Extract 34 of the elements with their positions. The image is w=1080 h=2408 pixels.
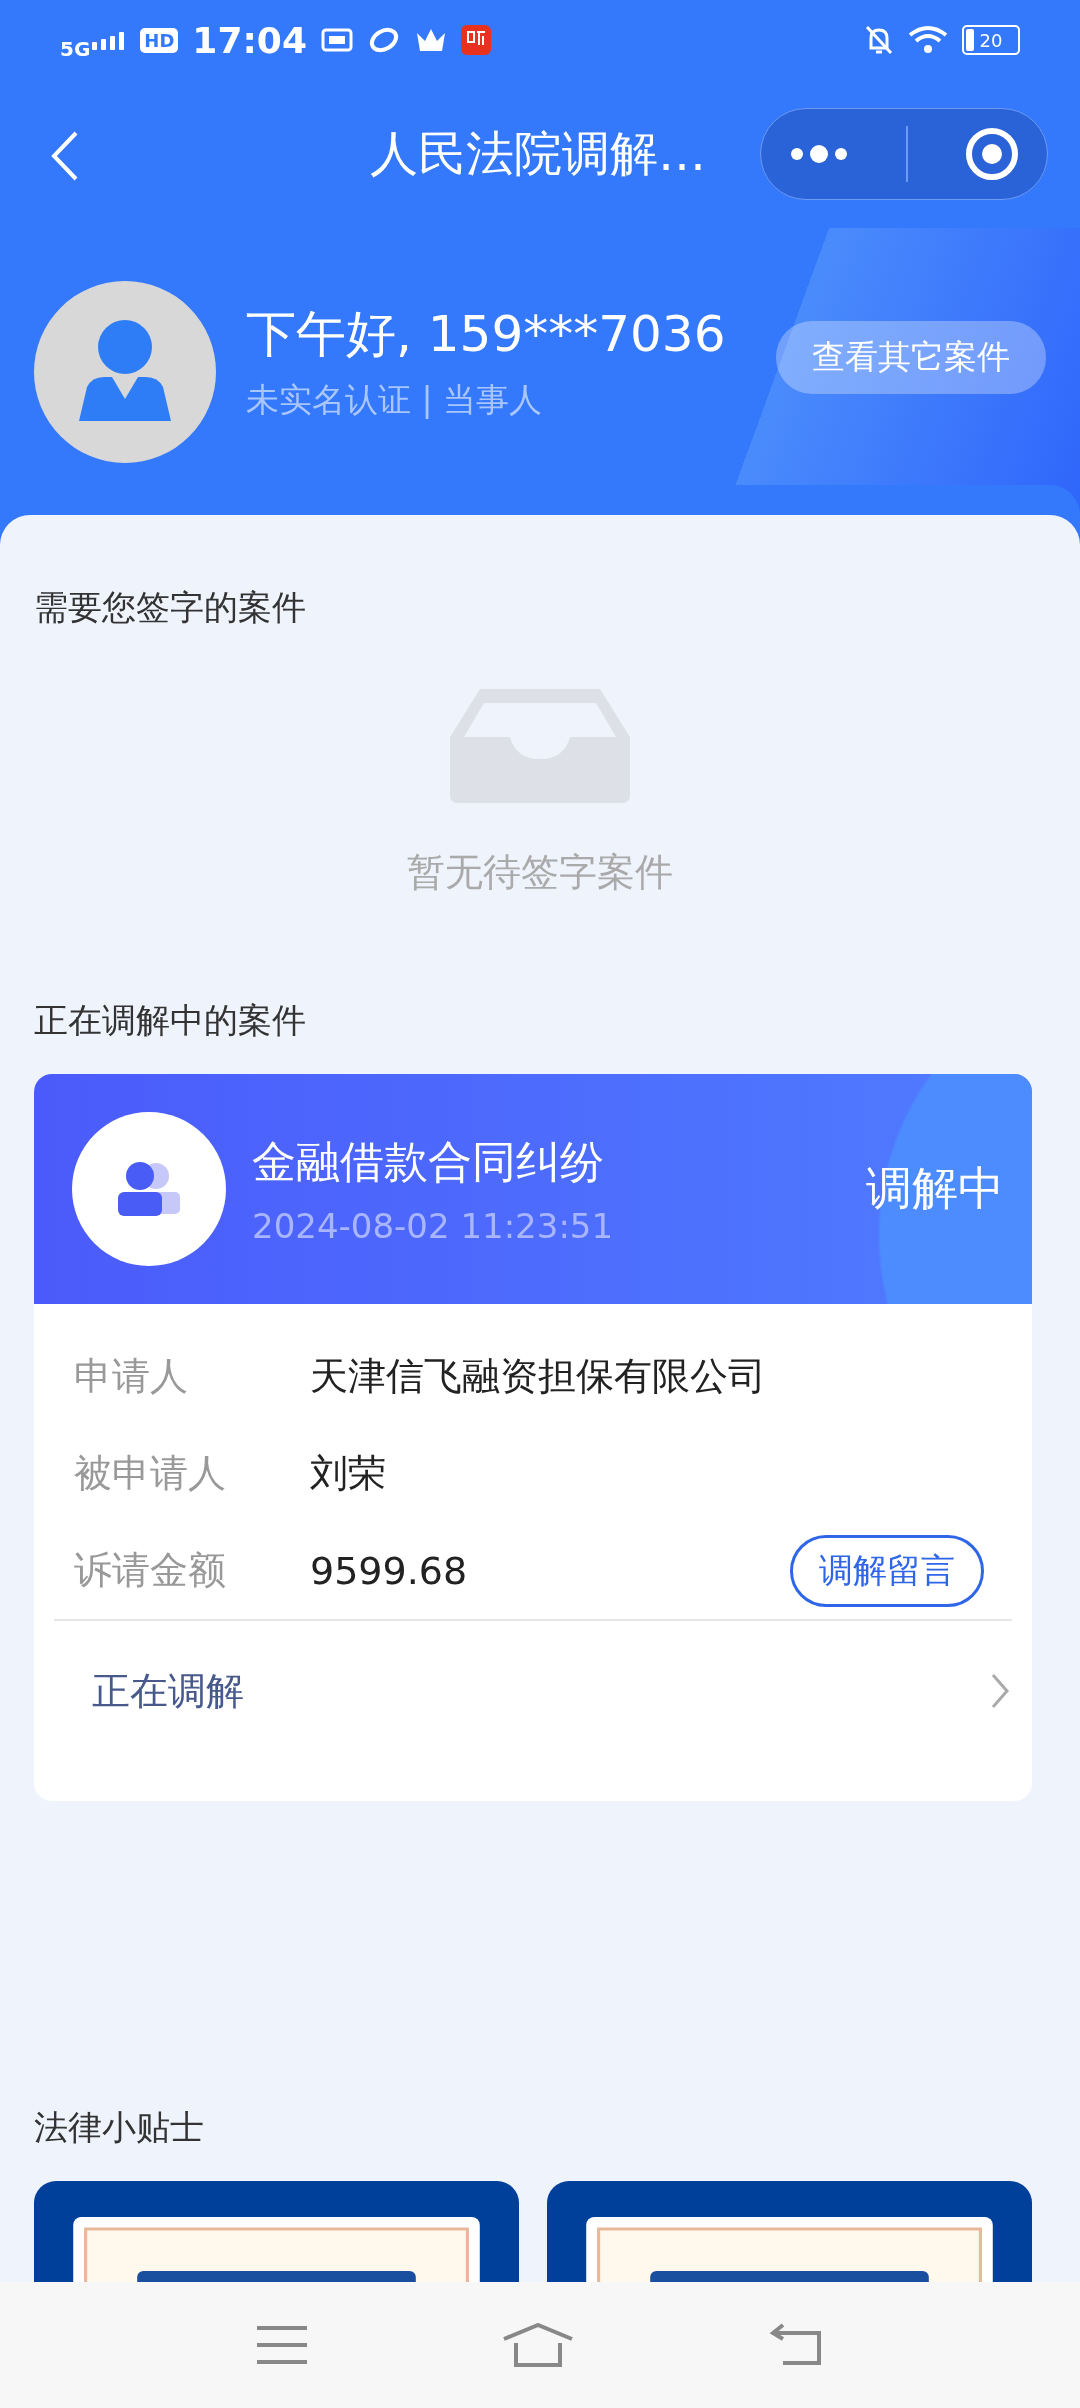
back-icon[interactable]	[50, 130, 80, 182]
greeting: 下午好, 159***7036	[246, 303, 727, 365]
case-time: 2024-08-02 11:23:51	[252, 1205, 615, 1246]
close-icon[interactable]	[964, 127, 1019, 181]
field-value: 天津信飞融资担保有限公司	[310, 1353, 767, 1400]
section-title: 需要您签字的案件	[33, 587, 307, 627]
section-title: 正在调解中的案件	[33, 1000, 307, 1040]
case-status: 调解中	[866, 1160, 1004, 1217]
home-icon[interactable]	[502, 2323, 574, 2367]
people-icon	[72, 1112, 226, 1266]
more-icon[interactable]	[789, 144, 850, 164]
section-title: 法律小贴士	[33, 2107, 205, 2147]
empty-message: 暂无待签字案件	[407, 849, 673, 896]
battery-icon: 20	[962, 25, 1020, 55]
avatar-icon	[34, 280, 216, 463]
chevron-right-icon	[990, 1672, 1010, 1710]
user-status: 未实名认证 | 当事人	[246, 378, 544, 421]
bell-muted-icon	[864, 24, 894, 56]
crown-icon	[414, 27, 447, 53]
field-value: 刘荣	[310, 1450, 387, 1497]
signal-icon	[92, 30, 127, 50]
menu-icon[interactable]	[257, 2325, 308, 2365]
case-title: 金融借款合同纠纷	[252, 1134, 605, 1189]
field-label: 被申请人	[74, 1450, 227, 1497]
page-title: 人民法院调解…	[370, 124, 707, 183]
back-gesture-icon[interactable]	[768, 2323, 823, 2367]
field-value: 9599.68	[310, 1548, 469, 1593]
status-time: 17:04	[192, 19, 307, 61]
field-label: 诉请金额	[74, 1547, 227, 1594]
hd-badge: HD	[140, 27, 179, 53]
wifi-icon	[908, 25, 948, 55]
message-button[interactable]: 调解留言	[790, 1534, 984, 1607]
network-label: 5G	[60, 37, 91, 61]
field-label: 申请人	[74, 1353, 189, 1400]
